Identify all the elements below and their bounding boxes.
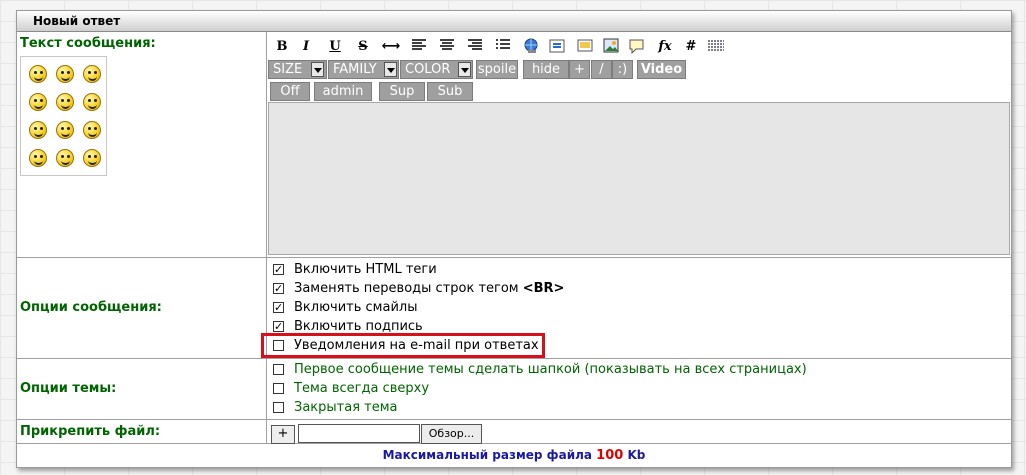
italic-icon[interactable]: I <box>296 38 316 56</box>
quote-icon[interactable] <box>547 38 567 56</box>
topic-options-label: Опции темы: <box>20 381 117 396</box>
chevron-down-icon[interactable] <box>384 62 397 77</box>
option-label: Закрытая тема <box>294 400 398 415</box>
checkbox[interactable]: ✓ <box>273 302 284 313</box>
highlight-box <box>261 333 545 358</box>
underline-icon[interactable]: U <box>325 38 345 56</box>
attach-file-label: Прикрепить файл: <box>20 424 161 439</box>
sup-button[interactable]: Sup <box>379 82 425 101</box>
checkbox[interactable]: ✓ <box>273 321 284 332</box>
picture-icon[interactable] <box>601 38 621 56</box>
image-icon[interactable] <box>575 38 595 56</box>
option-label: Тема всегда сверху <box>294 381 430 396</box>
smiley-tongue-icon[interactable] <box>29 149 47 167</box>
spoiler-button[interactable]: spoile <box>476 60 518 79</box>
form-title: Новый ответ <box>33 14 121 28</box>
color-select[interactable]: COLOR <box>400 60 473 79</box>
size-select[interactable]: SIZE <box>268 60 327 79</box>
smiley-frown-icon[interactable] <box>29 121 47 139</box>
hide-button[interactable]: hide <box>523 60 569 79</box>
row-divider <box>17 257 1011 258</box>
chevron-down-icon[interactable] <box>311 62 324 77</box>
form-titlebar: Новый ответ <box>17 11 1011 32</box>
option-label: Заменять переводы строк тегом <BR> <box>294 281 564 296</box>
list-icon[interactable] <box>493 38 513 56</box>
option-label: Первое сообщение темы сделать шапкой (по… <box>294 362 807 377</box>
hash-icon[interactable]: # <box>681 38 701 56</box>
table-icon[interactable] <box>706 38 726 56</box>
size-select-label: SIZE <box>273 62 303 77</box>
smiley-smile-icon[interactable] <box>56 121 74 139</box>
smiley-happy-icon[interactable] <box>83 93 101 111</box>
br-tag-text: <BR> <box>522 281 565 296</box>
option-label-text: Заменять переводы строк тегом <box>294 281 523 296</box>
sub-button[interactable]: Sub <box>427 82 473 101</box>
comment-icon[interactable] <box>627 38 647 56</box>
row-divider <box>17 443 1011 444</box>
hr-icon[interactable]: ⟷ <box>381 38 401 56</box>
align-right-icon[interactable] <box>465 38 485 56</box>
checkbox[interactable] <box>273 402 284 413</box>
smiley-wink-icon[interactable] <box>83 149 101 167</box>
family-select-label: FAMILY <box>333 62 377 77</box>
max-file-size-text: Максимальный размер файла <box>382 448 597 462</box>
browse-button[interactable]: Обзор... <box>421 424 482 444</box>
smiley-sad-icon[interactable] <box>29 65 47 83</box>
bold-icon[interactable]: B <box>272 38 292 56</box>
row-divider <box>17 419 1011 420</box>
align-center-icon[interactable] <box>437 38 457 56</box>
chevron-down-icon[interactable] <box>458 62 471 77</box>
smiley-cool-icon[interactable] <box>83 65 101 83</box>
color-select-label: COLOR <box>405 62 451 77</box>
smile-button[interactable]: :) <box>612 60 633 79</box>
max-file-size-unit: Kb <box>623 448 646 462</box>
option-label: Включить смайлы <box>294 300 418 315</box>
slash-button[interactable]: / <box>591 60 612 79</box>
message-options-label: Опции сообщения: <box>20 300 162 315</box>
option-label: Включить подпись <box>294 319 423 334</box>
file-path-input[interactable] <box>298 424 420 443</box>
message-textarea[interactable] <box>268 102 1010 255</box>
checkbox[interactable] <box>273 383 284 394</box>
formula-icon[interactable]: fx <box>655 38 675 56</box>
reply-form-panel: Новый ответ Текст сообщения: B I U S ⟷ f… <box>16 10 1012 468</box>
option-label: Включить HTML теги <box>294 262 437 277</box>
checkbox[interactable]: ✓ <box>273 283 284 294</box>
row-divider <box>17 358 1011 359</box>
add-file-button[interactable]: + <box>271 425 295 444</box>
admin-button[interactable]: admin <box>314 82 372 101</box>
smiley-surprised-icon[interactable] <box>83 121 101 139</box>
link-icon[interactable] <box>521 38 541 56</box>
smiley-grin-icon[interactable] <box>56 65 74 83</box>
message-text-label: Текст сообщения: <box>20 36 156 51</box>
smiley-blush-icon[interactable] <box>56 93 74 111</box>
column-divider <box>266 32 267 443</box>
strikethrough-icon[interactable]: S <box>353 38 373 56</box>
smiley-confused-icon[interactable] <box>56 149 74 167</box>
plus-button[interactable]: + <box>569 60 590 79</box>
smiley-shocked-icon[interactable] <box>29 93 47 111</box>
off-button[interactable]: Off <box>270 82 310 101</box>
checkbox[interactable]: ✓ <box>273 264 284 275</box>
checkbox[interactable] <box>273 364 284 375</box>
video-button[interactable]: Video <box>637 60 686 79</box>
family-select[interactable]: FAMILY <box>328 60 399 79</box>
max-file-size-note: Максимальный размер файла 100 Kb <box>17 448 1011 463</box>
align-left-icon[interactable] <box>409 38 429 56</box>
smiley-panel <box>20 56 107 176</box>
max-file-size-value: 100 <box>596 448 624 463</box>
